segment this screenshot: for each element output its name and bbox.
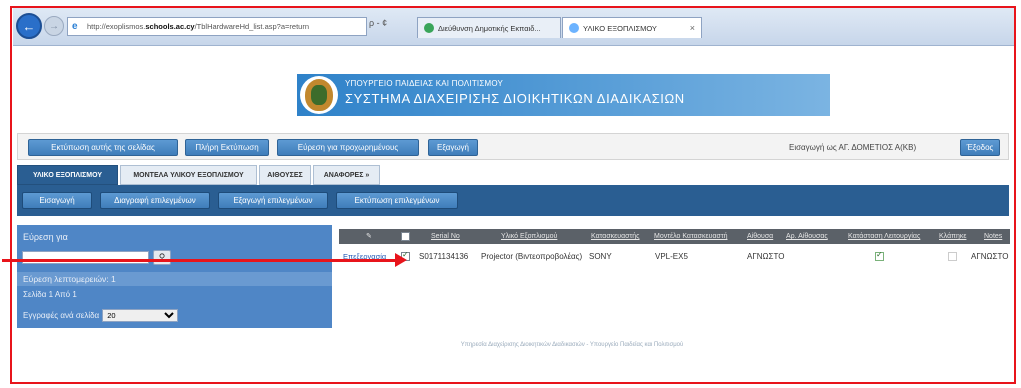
header-model[interactable]: Μοντέλο Κατασκευαστή bbox=[654, 229, 727, 244]
export-selected-button[interactable]: Εξαγωγή επιλεγμένων bbox=[218, 192, 328, 209]
browser-chrome: ← → e http://exoplismos. schools.ac.cy/Tb… bbox=[13, 8, 1014, 46]
serial-cell: S0171134136 bbox=[419, 252, 469, 261]
header-notes[interactable]: Notes bbox=[984, 229, 1002, 244]
browser-tab-1[interactable]: Διεύθυνση Δημοτικής Εκπαιδ... bbox=[417, 17, 561, 38]
model-cell: VPL-EX5 bbox=[655, 252, 688, 261]
forward-arrow-icon[interactable]: → bbox=[44, 16, 64, 36]
url-suffix: /TblHardwareHd_list.asp?a=return bbox=[194, 22, 309, 31]
tab-reports[interactable]: ΑΝΑΦΟΡΕΣ » bbox=[313, 165, 380, 185]
address-tools[interactable]: ρ - ¢ bbox=[369, 18, 387, 28]
ministry-banner: ΥΠΟΥΡΓΕΙΟ ΠΑΙΔΕΙΑΣ ΚΑΙ ΠΟΛΙΤΙΣΜΟΥ ΣΥΣΤΗΜ… bbox=[297, 74, 830, 116]
select-all-checkbox[interactable] bbox=[401, 232, 410, 241]
url-prefix: http://exoplismos. bbox=[87, 22, 146, 31]
table-header: ✎ Serial No Υλικό Εξοπλισμού Κατασκευαστ… bbox=[339, 229, 1010, 244]
notes-cell: ΑΓΝΩΣΤΟ bbox=[971, 252, 1009, 261]
export-button[interactable]: Εξαγωγή bbox=[428, 139, 478, 156]
page-footer: Υπηρεσία Διαχείρισης Διοικητικών Διαδικα… bbox=[460, 342, 684, 348]
header-room[interactable]: Αίθουσα bbox=[747, 229, 773, 244]
top-toolbar: Εκτύπωση αυτής της σελίδας Πλήρη Εκτύπωσ… bbox=[17, 133, 1009, 160]
per-page-select[interactable]: 20 bbox=[102, 309, 179, 322]
header-status[interactable]: Κατάσταση Λειτουργίας bbox=[848, 229, 920, 244]
logout-button[interactable]: Έξοδος bbox=[960, 139, 1000, 156]
advanced-search-button[interactable]: Εύρεση για προχωρημένους bbox=[277, 139, 419, 156]
header-stolen[interactable]: Κλάπηκε bbox=[939, 229, 966, 244]
equipment-cell: Projector (Βιντεοπροβολέας) bbox=[481, 252, 583, 261]
cyprus-crest-logo bbox=[300, 76, 338, 114]
browser-tab-1-title: Διεύθυνση Δημοτικής Εκπαιδ... bbox=[438, 23, 541, 33]
print-page-button[interactable]: Εκτύπωση αυτής της σελίδας bbox=[28, 139, 178, 156]
ie-page-icon: e bbox=[72, 21, 78, 32]
tab-equipment[interactable]: ΥΛΙΚΟ ΕΞΟΠΛΙΣΜΟΥ bbox=[17, 165, 118, 185]
logged-in-user: Εισαγωγή ως ΑΓ. ΔΟΜΕΤΙΟΣ Α(ΚΒ) bbox=[789, 143, 917, 152]
tab-rooms[interactable]: ΑΙΘΟΥΣΕΣ bbox=[259, 165, 311, 185]
stolen-checkbox bbox=[948, 252, 957, 261]
search-label: Εύρεση για bbox=[23, 232, 68, 242]
working-status-checkbox bbox=[875, 250, 884, 261]
header-edit-icon: ✎ bbox=[366, 233, 372, 240]
search-input[interactable] bbox=[22, 251, 149, 264]
ministry-name: ΥΠΟΥΡΓΕΙΟ ΠΑΙΔΕΙΑΣ ΚΑΙ ΠΟΛΙΤΙΣΜΟΥ bbox=[345, 79, 504, 88]
delete-selected-button[interactable]: Διαγραφή επιλεγμένων bbox=[100, 192, 210, 209]
header-room-number[interactable]: Αρ. Αίθουσας bbox=[786, 229, 828, 244]
print-selected-button[interactable]: Εκτύπωση επιλεγμένων bbox=[336, 192, 458, 209]
site-favicon-icon bbox=[424, 23, 434, 33]
full-print-button[interactable]: Πλήρη Εκτύπωση bbox=[185, 139, 269, 156]
ie-favicon-icon bbox=[569, 23, 579, 33]
back-arrow-icon[interactable]: ← bbox=[16, 13, 42, 39]
browser-tab-2[interactable]: ΥΛΙΚΟ ΕΞΟΠΛΙΣΜΟΥ × bbox=[562, 17, 702, 38]
search-refresh-icons[interactable]: ρ - ¢ bbox=[369, 18, 387, 28]
header-manufacturer[interactable]: Κατασκευαστής bbox=[591, 229, 640, 244]
action-bar: Εισαγωγή Διαγραφή επιλεγμένων Εξαγωγή επ… bbox=[17, 185, 1009, 216]
tab-equipment-models[interactable]: ΜΟΝΤΕΛΑ ΥΛΙΚΟΥ ΕΞΟΠΛΙΣΜΟΥ bbox=[120, 165, 257, 185]
close-tab-icon[interactable]: × bbox=[690, 23, 695, 33]
header-serial[interactable]: Serial No bbox=[431, 229, 460, 244]
address-bar[interactable]: e http://exoplismos. schools.ac.cy/TblHar… bbox=[67, 17, 367, 36]
url-domain: schools.ac.cy bbox=[145, 22, 195, 31]
per-page-label: Εγγραφές ανά σελίδα bbox=[23, 311, 100, 320]
search-panel: Εύρεση για ⚲ Εύρεση λεπτομερειών: 1 Σελί… bbox=[17, 225, 332, 328]
results-count: Εύρεση λεπτομερειών: 1 bbox=[17, 272, 332, 286]
room-cell: ΑΓΝΩΣΤΟ bbox=[747, 252, 785, 261]
page-indicator: Σελίδα 1 Από 1 bbox=[23, 290, 77, 299]
add-button[interactable]: Εισαγωγή bbox=[22, 192, 92, 209]
edit-link[interactable]: Επεξεργασία bbox=[343, 246, 386, 268]
annotation-arrow bbox=[2, 259, 399, 262]
header-equipment[interactable]: Υλικό Εξοπλισμού bbox=[501, 229, 557, 244]
annotation-arrow-head-icon bbox=[395, 253, 407, 267]
browser-tab-2-title: ΥΛΙΚΟ ΕΞΟΠΛΙΣΜΟΥ bbox=[583, 23, 657, 33]
search-icon[interactable]: ⚲ bbox=[153, 250, 171, 265]
per-page-control: Εγγραφές ανά σελίδα 20 bbox=[17, 309, 332, 322]
system-name: ΣΥΣΤΗΜΑ ΔΙΑΧΕΙΡΙΣΗΣ ΔΙΟΙΚΗΤΙΚΩΝ ΔΙΑΔΙΚΑΣ… bbox=[345, 91, 685, 106]
table-row: Επεξεργασία S0171134136 Projector (Βιντε… bbox=[339, 246, 1010, 268]
manufacturer-cell: SONY bbox=[589, 252, 612, 261]
